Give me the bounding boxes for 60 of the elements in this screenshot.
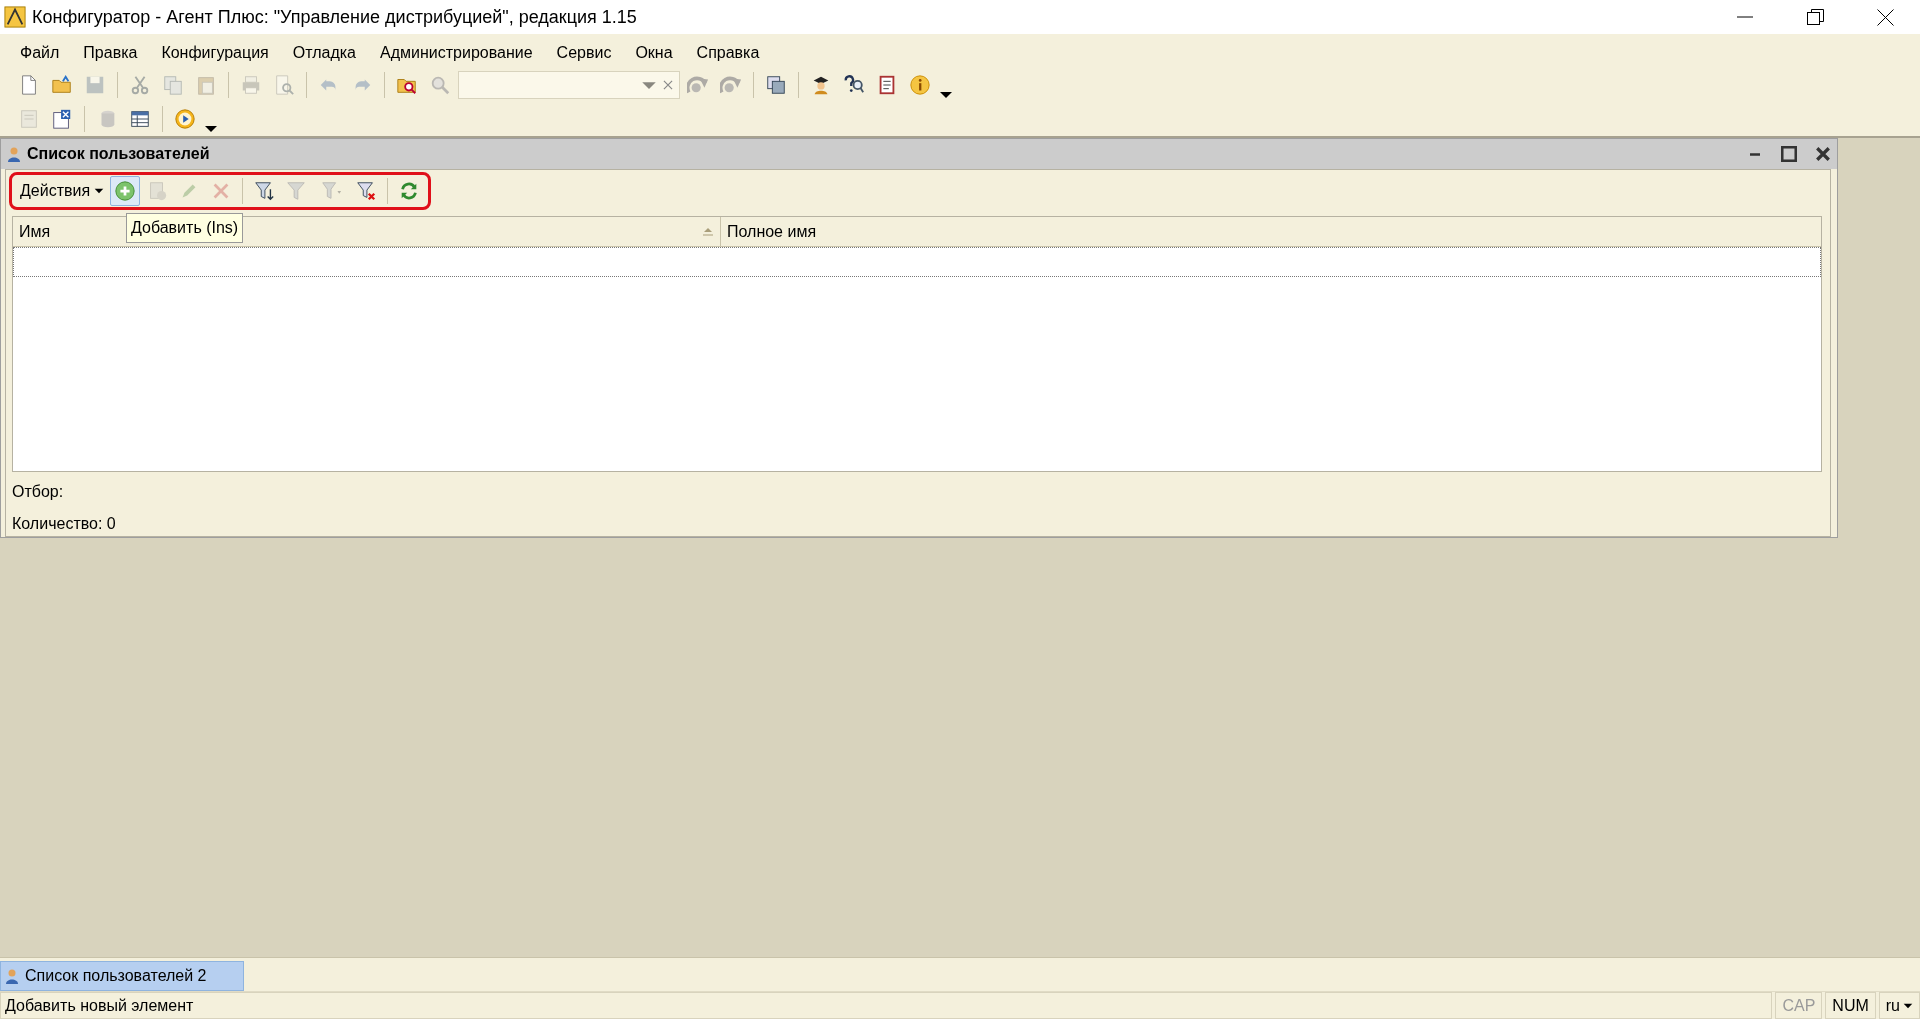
- menu-item[interactable]: Отладка: [284, 41, 364, 65]
- play-icon: [174, 108, 196, 130]
- curved-arrow-icon: [720, 74, 742, 96]
- folder-icon: [51, 74, 73, 96]
- menu-item[interactable]: Конфигурация: [153, 41, 277, 65]
- form-icon: [18, 108, 40, 130]
- close-icon: [1876, 8, 1894, 26]
- filter-icon: [320, 180, 343, 202]
- restore-icon: [1806, 9, 1824, 25]
- sort-icon: [702, 226, 714, 237]
- menu-item[interactable]: Окна: [627, 41, 681, 65]
- caret-icon: [1903, 1002, 1913, 1009]
- copy-icon: [162, 74, 184, 96]
- menu-item[interactable]: Справка: [688, 41, 768, 65]
- filter-clear-icon: [355, 180, 378, 202]
- user-icon: [7, 146, 21, 162]
- close-icon: [1816, 147, 1830, 161]
- info-icon: [909, 74, 931, 96]
- window-title: Конфигуратор - Агент Плюс: "Управление дистрибуцией", редакция 1.15: [32, 5, 637, 29]
- add-button[interactable]: [110, 176, 141, 206]
- menu-item[interactable]: Правка: [75, 41, 146, 65]
- minimize-icon: [1750, 152, 1760, 156]
- count-label: Количество: 0: [12, 514, 117, 534]
- caret-icon: [94, 188, 105, 194]
- dropdown-icon: [641, 80, 657, 90]
- scissors-icon: [129, 74, 151, 96]
- key-indicator: CAP: [1775, 992, 1823, 1019]
- windows-icon: [765, 74, 787, 96]
- help-search-icon: [843, 74, 865, 96]
- actions-menu-button[interactable]: Действия: [16, 179, 109, 203]
- minimize-icon: [1737, 16, 1753, 18]
- caret-icon: [939, 91, 953, 99]
- clipboard-icon: [195, 74, 217, 96]
- key-indicator: NUM: [1825, 992, 1876, 1019]
- child-window-title: Список пользователей: [27, 144, 210, 164]
- table-row[interactable]: [13, 247, 1821, 277]
- window-tab[interactable]: Список пользователей 2: [0, 960, 244, 991]
- clear-icon: [661, 78, 675, 92]
- filter-label: Отбор:: [12, 482, 65, 502]
- menu-item[interactable]: Сервис: [548, 41, 620, 65]
- tooltip: Добавить (Ins): [126, 213, 244, 243]
- menu-item[interactable]: Файл: [12, 41, 68, 65]
- add-icon: [114, 180, 137, 202]
- app-logo-icon: [4, 6, 26, 28]
- language-button[interactable]: ru: [1878, 992, 1920, 1019]
- maximize-icon: [1781, 146, 1797, 162]
- search-combo-field[interactable]: [458, 71, 680, 99]
- table-icon: [129, 108, 151, 130]
- menu-item[interactable]: Администрирование: [372, 41, 541, 65]
- filter-icon: [285, 180, 308, 202]
- filter-icon: [253, 180, 276, 202]
- status-message: Добавить новый элемент: [0, 992, 1773, 1019]
- column-header[interactable]: Полное имя: [721, 217, 1821, 246]
- preview-icon: [273, 74, 295, 96]
- search-icon: [429, 74, 451, 96]
- user-icon: [5, 967, 19, 984]
- form-close-icon: [51, 108, 73, 130]
- curved-arrow-icon: [687, 74, 709, 96]
- caret-icon: [204, 125, 218, 133]
- printer-icon: [240, 74, 262, 96]
